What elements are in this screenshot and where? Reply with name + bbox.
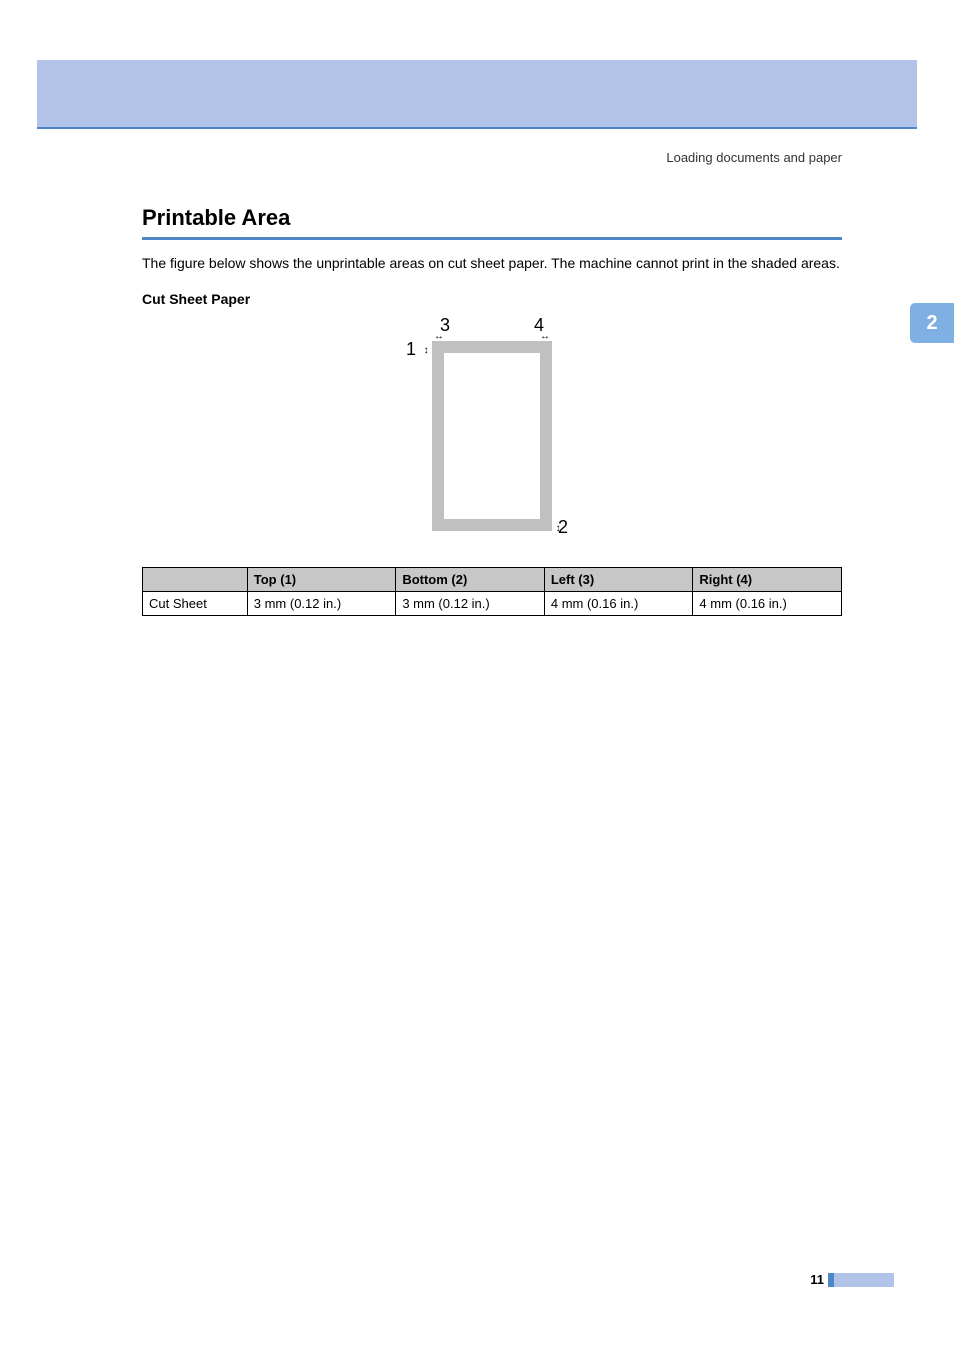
table-header-left: Left (3) bbox=[544, 567, 693, 591]
cut-sheet-figure: 1 ↔ 2 ↔ 3 ↔ 4 ↔ bbox=[412, 321, 572, 541]
sheet-printable-area bbox=[444, 353, 540, 519]
page-number-tick bbox=[828, 1273, 834, 1287]
arrow-icon: ↔ bbox=[434, 331, 444, 342]
table-cell-name: Cut Sheet bbox=[143, 591, 248, 615]
margins-table: Top (1) Bottom (2) Left (3) Right (4) Cu… bbox=[142, 567, 842, 616]
table-cell-left: 4 mm (0.16 in.) bbox=[544, 591, 693, 615]
section-subhead: Cut Sheet Paper bbox=[142, 291, 842, 307]
figure-container: 1 ↔ 2 ↔ 3 ↔ 4 ↔ bbox=[142, 321, 842, 541]
table-header-top: Top (1) bbox=[247, 567, 396, 591]
table-header-right: Right (4) bbox=[693, 567, 842, 591]
section-title: Printable Area bbox=[142, 205, 842, 231]
table-header-row: Top (1) Bottom (2) Left (3) Right (4) bbox=[143, 567, 842, 591]
table-cell-right: 4 mm (0.16 in.) bbox=[693, 591, 842, 615]
table-header-blank bbox=[143, 567, 248, 591]
arrow-icon: ↔ bbox=[422, 345, 433, 355]
table-row: Cut Sheet 3 mm (0.12 in.) 3 mm (0.12 in.… bbox=[143, 591, 842, 615]
breadcrumb: Loading documents and paper bbox=[142, 150, 842, 165]
section-intro: The figure below shows the unprintable a… bbox=[142, 254, 842, 273]
header-rule bbox=[37, 127, 917, 129]
header-banner bbox=[37, 60, 917, 127]
table-cell-top: 3 mm (0.12 in.) bbox=[247, 591, 396, 615]
page-number: 11 bbox=[810, 1272, 824, 1287]
table-header-bottom: Bottom (2) bbox=[396, 567, 545, 591]
table-cell-bottom: 3 mm (0.12 in.) bbox=[396, 591, 545, 615]
page-number-bar bbox=[834, 1273, 894, 1287]
arrow-icon: ↔ bbox=[540, 331, 550, 342]
main-content: Printable Area The figure below shows th… bbox=[142, 205, 842, 616]
figure-label-1: 1 bbox=[406, 339, 416, 360]
section-rule bbox=[142, 237, 842, 240]
chapter-tab: 2 bbox=[910, 303, 954, 343]
arrow-icon: ↔ bbox=[554, 523, 565, 533]
